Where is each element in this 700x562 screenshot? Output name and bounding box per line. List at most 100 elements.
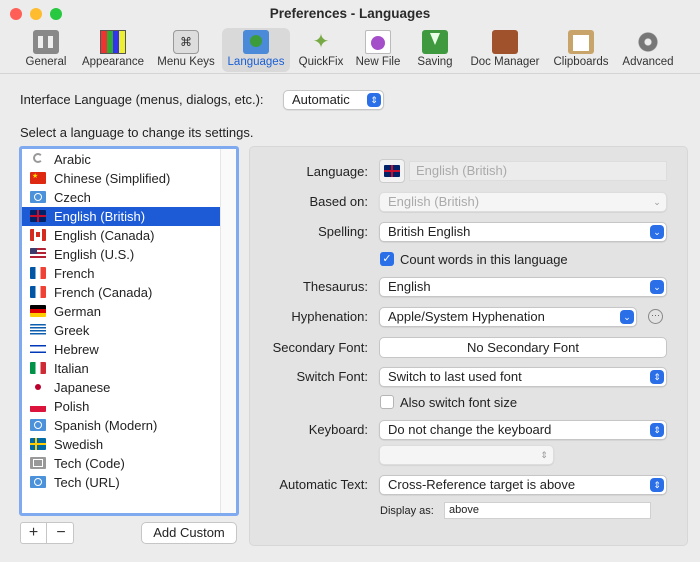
list-item-label: Swedish <box>54 437 104 452</box>
china-flag-icon: ★ <box>30 172 46 184</box>
list-item[interactable]: Arabic <box>22 150 220 169</box>
list-item-label: French (Canada) <box>54 285 153 300</box>
list-item[interactable]: French (Canada) <box>22 283 220 302</box>
usa-flag-icon <box>30 248 46 260</box>
list-item[interactable]: Polish <box>22 397 220 416</box>
preferences-toolbar: General Appearance ⌘ Menu Keys Languages… <box>0 26 700 74</box>
japan-flag-icon <box>30 381 46 393</box>
uk-flag-icon <box>384 165 400 177</box>
list-item[interactable]: Czech <box>22 188 220 207</box>
list-item-label: Czech <box>54 190 91 205</box>
general-icon <box>33 30 59 54</box>
keyboard-value: Do not change the keyboard <box>388 422 552 437</box>
list-item[interactable]: Tech (URL) <box>22 473 220 492</box>
tab-label: Menu Keys <box>157 56 215 68</box>
list-item[interactable]: English (Canada) <box>22 226 220 245</box>
list-item[interactable]: German <box>22 302 220 321</box>
un-flag-icon <box>30 191 46 203</box>
list-item-label: Tech (Code) <box>54 456 125 471</box>
tab-label: Clipboards <box>553 56 609 68</box>
list-item-label: Greek <box>54 323 90 338</box>
tab-saving[interactable]: Saving <box>412 28 458 72</box>
list-item[interactable]: Swedish <box>22 435 220 454</box>
clipboards-icon <box>568 30 594 54</box>
list-item[interactable]: Greek <box>22 321 220 340</box>
greece-flag-icon <box>30 324 46 336</box>
sweden-flag-icon <box>30 438 46 450</box>
tab-label: Advanced <box>622 56 674 68</box>
hyphenation-value: Apple/System Hyphenation <box>388 309 545 324</box>
language-flag-button[interactable] <box>379 159 405 183</box>
preferences-window: Preferences - Languages General Appearan… <box>0 0 700 562</box>
languages-icon <box>243 30 269 54</box>
chevron-down-icon: ⌄ <box>620 310 634 324</box>
interface-language-popup[interactable]: Automatic ⇕ <box>283 90 384 110</box>
secondary-font-label: Secondary Font: <box>272 340 368 355</box>
tab-quickfix[interactable]: ✦ QuickFix <box>294 28 348 72</box>
chevron-updown-icon: ⇕ <box>650 370 664 384</box>
automatic-text-popup[interactable]: Cross-Reference target is above ⇕ <box>379 475 667 495</box>
tab-label: New File <box>355 56 401 68</box>
chevron-updown-icon: ⇕ <box>540 450 548 460</box>
list-item-label: Arabic <box>54 152 91 167</box>
chevron-updown-icon: ⇕ <box>650 478 664 492</box>
list-scrollbar[interactable] <box>220 149 236 513</box>
list-item-label: German <box>54 304 101 319</box>
also-switch-font-size-checkbox[interactable] <box>380 395 394 409</box>
count-words-label: Count words in this language <box>400 252 568 267</box>
hyphenation-popup[interactable]: Apple/System Hyphenation ⌄ <box>379 307 637 327</box>
add-custom-button[interactable]: Add Custom <box>141 522 237 544</box>
list-item-label: English (British) <box>54 209 146 224</box>
keyboard-source-popup: ⇕ <box>379 445 554 465</box>
tab-doc-manager[interactable]: Doc Manager <box>466 28 544 72</box>
add-language-button[interactable]: + <box>21 523 47 543</box>
list-item-label: Italian <box>54 361 89 376</box>
remove-language-button[interactable]: − <box>48 523 74 543</box>
list-item[interactable]: English (British) <box>22 207 220 226</box>
language-list[interactable]: Arabic ★ Chinese (Simplified) Czech Engl… <box>19 146 239 516</box>
list-item[interactable]: Hebrew <box>22 340 220 359</box>
list-item[interactable]: French <box>22 264 220 283</box>
tab-menu-keys[interactable]: ⌘ Menu Keys <box>154 28 218 72</box>
list-item[interactable]: Spanish (Modern) <box>22 416 220 435</box>
tab-new-file[interactable]: New File <box>352 28 404 72</box>
list-item[interactable]: Italian <box>22 359 220 378</box>
thesaurus-popup[interactable]: English ⌄ <box>379 277 667 297</box>
tab-languages[interactable]: Languages <box>222 28 290 72</box>
also-switch-font-size-label: Also switch font size <box>400 395 518 410</box>
list-item[interactable]: Tech (Code) <box>22 454 220 473</box>
language-list-instruction: Select a language to change its settings… <box>20 125 254 140</box>
doc-manager-icon <box>492 30 518 54</box>
switch-font-popup[interactable]: Switch to last used font ⇕ <box>379 367 667 387</box>
tab-label: QuickFix <box>298 56 344 68</box>
title-bar: Preferences - Languages <box>0 0 700 28</box>
keyboard-popup[interactable]: Do not change the keyboard ⇕ <box>379 420 667 440</box>
appearance-icon <box>100 30 126 54</box>
hyphenation-options-button[interactable]: ··· <box>648 309 663 324</box>
count-words-checkbox[interactable]: ✓ <box>380 252 394 266</box>
switch-font-label: Switch Font: <box>296 369 368 384</box>
spelling-popup[interactable]: British English ⌄ <box>379 222 667 242</box>
tab-clipboards[interactable]: Clipboards <box>550 28 612 72</box>
thesaurus-label: Thesaurus: <box>302 279 368 294</box>
list-item[interactable]: Japanese <box>22 378 220 397</box>
interface-language-label: Interface Language (menus, dialogs, etc.… <box>20 92 264 107</box>
tab-label: Doc Manager <box>470 56 540 68</box>
based-on-label: Based on: <box>309 194 368 209</box>
list-item-label: Polish <box>54 399 90 414</box>
chevron-updown-icon: ⇕ <box>367 93 381 107</box>
list-item-label: Tech (URL) <box>54 475 120 490</box>
tab-general[interactable]: General <box>22 28 70 72</box>
chevron-down-icon: ⌄ <box>653 197 661 207</box>
quickfix-icon: ✦ <box>312 31 330 53</box>
list-item-label: English (U.S.) <box>54 247 135 262</box>
secondary-font-button[interactable]: No Secondary Font <box>379 337 667 358</box>
list-item[interactable]: English (U.S.) <box>22 245 220 264</box>
tab-advanced[interactable]: Advanced <box>620 28 676 72</box>
tab-appearance[interactable]: Appearance <box>78 28 148 72</box>
language-label: Language: <box>306 164 368 179</box>
window-title: Preferences - Languages <box>269 6 431 21</box>
chevron-down-icon: ⌄ <box>650 225 664 239</box>
display-as-field[interactable]: above <box>444 502 651 519</box>
list-item[interactable]: ★ Chinese (Simplified) <box>22 169 220 188</box>
